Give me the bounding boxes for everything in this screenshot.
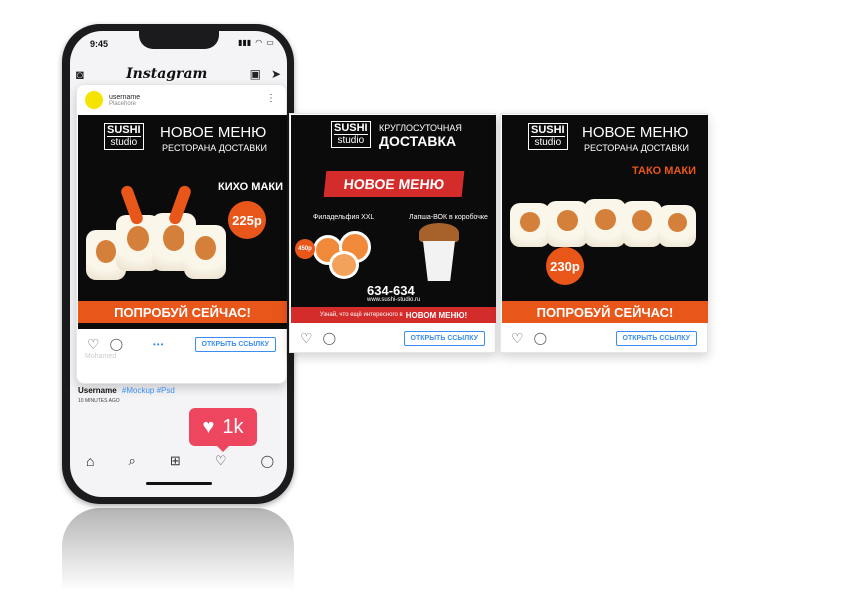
ad-title-top: КРУГЛОСУТОЧНАЯ — [379, 123, 462, 133]
post-username[interactable]: username — [109, 94, 140, 101]
post-header: username Placehore — [85, 91, 140, 109]
post-actions: ♡ ◯ ОТКРЫТЬ ССЫЛКУ — [501, 325, 707, 351]
post-card-3: SUSHI studio НОВОЕ МЕНЮ РЕСТОРАНА ДОСТАВК… — [500, 113, 708, 353]
item-2-label: Лапша-ВОК в коробочке — [409, 214, 488, 221]
status-icons: ▮▮▮ ◠ ▭ — [238, 38, 274, 47]
like-icon[interactable]: ♡ — [300, 330, 313, 347]
blurred-caption: Mohamed — [85, 353, 117, 360]
signal-icon: ▮▮▮ — [238, 38, 252, 47]
ad-title: НОВОЕ МЕНЮ — [160, 124, 267, 141]
product-name: ТАКО МАКИ — [632, 165, 697, 177]
ad-subtitle: РЕСТОРАНА ДОСТАВКИ — [162, 143, 267, 153]
ad-subtitle: РЕСТОРАНА ДОСТАВКИ — [584, 143, 689, 153]
caption-username[interactable]: Username — [78, 386, 117, 395]
like-icon[interactable]: ♡ — [511, 330, 524, 347]
phone-notch — [139, 31, 219, 49]
wok-box — [419, 223, 459, 283]
time-ago: 10 MINUTES AGO — [78, 398, 120, 404]
brand-logo: SUSHI studio — [528, 123, 568, 150]
activity-heart-icon[interactable]: ♡ — [215, 453, 227, 469]
brand-logo: SUSHI studio — [331, 121, 371, 148]
caption-hashtags[interactable]: #Mockup #Psd — [122, 386, 175, 395]
app-logo: Instagram — [126, 66, 208, 82]
like-icon[interactable]: ♡ — [87, 336, 100, 353]
home-icon[interactable]: ⌂ — [86, 453, 94, 469]
new-menu-banner[interactable]: НОВОЕ МЕНЮ — [323, 171, 465, 197]
post-subtitle: Placehore — [109, 100, 137, 107]
price-badge: 230р — [546, 247, 584, 285]
price-badge: 225р — [228, 201, 266, 239]
philadelphia-rolls — [309, 227, 381, 279]
caption: Username #Mockup #Psd — [78, 386, 175, 395]
heart-icon: ♥ — [202, 415, 215, 438]
wifi-icon: ◠ — [255, 38, 263, 47]
battery-icon: ▭ — [266, 38, 274, 47]
ad-image-1: SUSHI studio НОВОЕ МЕНЮ РЕСТОРАНА ДОСТАВК… — [78, 115, 287, 329]
bottom-tab-bar: ⌂ ⌕ ⊞ ♡ ◯ — [80, 450, 280, 472]
ad-title: ДОСТАВКА — [379, 133, 457, 149]
phone-number[interactable]: 634-634 — [367, 283, 415, 298]
cta-banner[interactable]: ПОПРОБУЙ СЕЙЧАС! — [502, 301, 708, 323]
open-link-button[interactable]: ОТКРЫТЬ ССЫЛКУ — [194, 336, 276, 352]
send-icon[interactable]: ➤ — [271, 67, 281, 81]
post-card-1: username Placehore ⋮ SUSHI studio НОВОЕ М… — [76, 84, 287, 384]
footer-strip: Узнай, что ещё интересного в НОВОМ МЕНЮ! — [291, 307, 496, 323]
cta-banner[interactable]: ПОПРОБУЙ СЕЙЧАС! — [78, 301, 287, 323]
home-indicator — [146, 482, 212, 485]
website[interactable]: www.sushi-studio.ru — [367, 297, 420, 303]
like-count: 1k — [222, 415, 244, 438]
more-options-icon[interactable]: ⋮ — [266, 93, 276, 104]
post-actions: ♡ ◯ ОТКРЫТЬ ССЫЛКУ — [290, 325, 495, 351]
open-link-button[interactable]: ОТКРЫТЬ ССЫЛКУ — [403, 330, 485, 346]
post-card-2: SUSHI studio КРУГЛОСУТОЧНАЯ ДОСТАВКА НОВО… — [289, 113, 496, 353]
status-time: 9:45 — [90, 39, 109, 49]
carousel-dots: ••• — [153, 339, 165, 349]
open-link-button[interactable]: ОТКРЫТЬ ССЫЛКУ — [615, 330, 697, 346]
comment-icon[interactable]: ◯ — [110, 337, 123, 351]
ad-image-2: SUSHI studio КРУГЛОСУТОЧНАЯ ДОСТАВКА НОВО… — [291, 115, 496, 323]
search-icon[interactable]: ⌕ — [129, 453, 136, 469]
tako-rolls — [510, 193, 700, 263]
avatar[interactable] — [85, 91, 103, 109]
like-notification: ♥ 1k — [189, 408, 257, 452]
sticker-price: 450р — [295, 239, 315, 259]
sushi-roll-group — [86, 184, 236, 295]
comment-icon[interactable]: ◯ — [323, 331, 336, 345]
brand-logo: SUSHI studio — [104, 123, 144, 150]
comment-icon[interactable]: ◯ — [534, 331, 547, 345]
mockup-stage: 9:45 ▮▮▮ ◠ ▭ ◙ Instagram ▣ ➤ username Pl… — [0, 0, 851, 600]
instagram-appbar: ◙ Instagram ▣ ➤ — [76, 62, 281, 86]
igtv-icon[interactable]: ▣ — [250, 67, 261, 81]
ad-image-3: SUSHI studio НОВОЕ МЕНЮ РЕСТОРАНА ДОСТАВК… — [502, 115, 708, 323]
ad-title: НОВОЕ МЕНЮ — [582, 124, 689, 141]
add-post-icon[interactable]: ⊞ — [170, 453, 181, 469]
camera-icon[interactable]: ◙ — [76, 67, 84, 82]
item-1-label: Филадельфия XXL — [313, 214, 375, 221]
profile-icon[interactable]: ◯ — [261, 454, 274, 468]
phone-reflection — [62, 508, 294, 600]
